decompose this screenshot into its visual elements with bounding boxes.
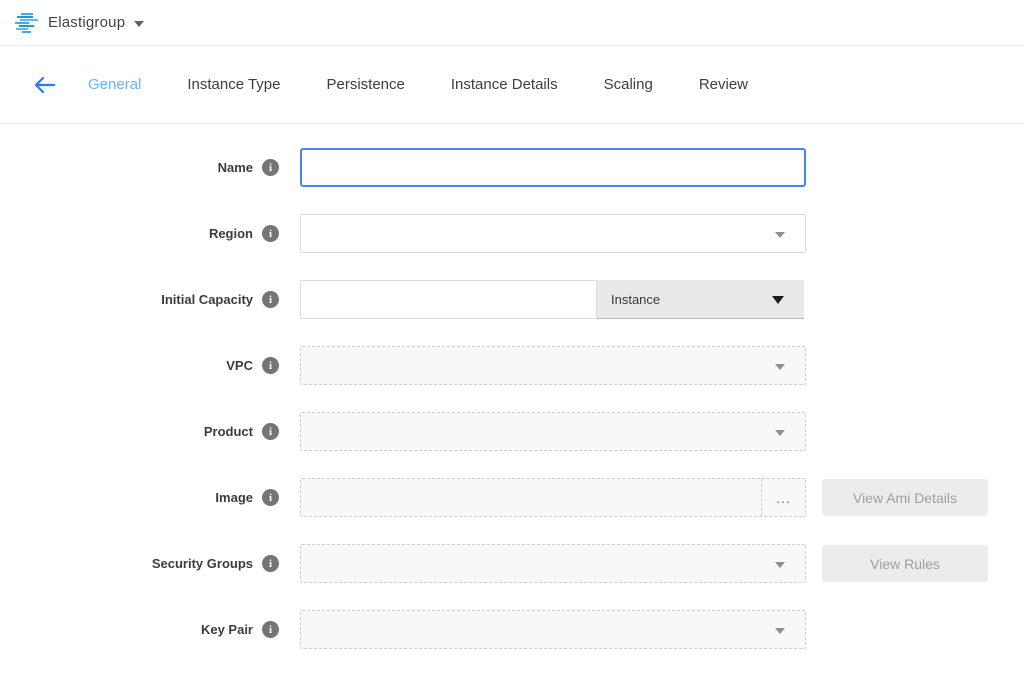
tab-persistence[interactable]: Persistence xyxy=(327,76,405,93)
top-bar: Elastigroup xyxy=(0,0,1024,46)
key-pair-select xyxy=(300,610,806,649)
security-groups-caret-icon xyxy=(775,562,785,568)
region-caret-icon xyxy=(775,232,785,238)
image-input-group: ... xyxy=(300,478,806,517)
vpc-label: VPC xyxy=(226,358,253,373)
image-browse-button[interactable]: ... xyxy=(761,479,805,516)
key-pair-row: Key Pair i xyxy=(0,610,1024,649)
security-groups-select xyxy=(300,544,806,583)
image-info-icon[interactable]: i xyxy=(262,489,279,506)
vpc-select xyxy=(300,346,806,385)
tab-general[interactable]: General xyxy=(88,76,141,93)
image-value xyxy=(301,479,761,516)
app-switcher-label[interactable]: Elastigroup xyxy=(48,14,125,31)
name-input-wrapper xyxy=(300,148,806,187)
initial-capacity-row: Initial Capacity i Instance xyxy=(0,280,1024,319)
initial-capacity-input[interactable] xyxy=(300,280,597,319)
key-pair-label: Key Pair xyxy=(201,622,253,637)
name-info-icon[interactable]: i xyxy=(262,159,279,176)
tab-review[interactable]: Review xyxy=(699,76,748,93)
initial-capacity-label: Initial Capacity xyxy=(161,292,253,307)
app-switcher-caret-icon[interactable] xyxy=(134,21,144,27)
product-row: Product i xyxy=(0,412,1024,451)
initial-capacity-group: Instance xyxy=(300,280,804,319)
security-groups-info-icon[interactable]: i xyxy=(262,555,279,572)
capacity-unit-select[interactable]: Instance xyxy=(597,280,804,319)
product-info-icon[interactable]: i xyxy=(262,423,279,440)
vpc-row: VPC i xyxy=(0,346,1024,385)
general-settings-form: Name i Region i Initial Capacity i Insta… xyxy=(0,124,1024,649)
product-caret-icon xyxy=(775,430,785,436)
security-groups-label: Security Groups xyxy=(152,556,253,571)
vpc-info-icon[interactable]: i xyxy=(262,357,279,374)
region-info-icon[interactable]: i xyxy=(262,225,279,242)
name-input[interactable] xyxy=(302,150,804,185)
image-row: Image i ... View Ami Details xyxy=(0,478,1024,517)
capacity-unit-caret-icon xyxy=(772,296,784,304)
back-arrow-icon xyxy=(33,76,55,94)
name-label: Name xyxy=(218,160,253,175)
region-label: Region xyxy=(209,226,253,241)
view-ami-details-button[interactable]: View Ami Details xyxy=(822,479,988,516)
product-select xyxy=(300,412,806,451)
image-label: Image xyxy=(215,490,253,505)
view-rules-button[interactable]: View Rules xyxy=(822,545,988,582)
vpc-caret-icon xyxy=(775,364,785,370)
elastigroup-logo-icon xyxy=(14,12,40,34)
tab-instance-details[interactable]: Instance Details xyxy=(451,76,558,93)
key-pair-caret-icon xyxy=(775,628,785,634)
back-button[interactable] xyxy=(0,76,88,94)
security-groups-row: Security Groups i View Rules xyxy=(0,544,1024,583)
initial-capacity-info-icon[interactable]: i xyxy=(262,291,279,308)
wizard-tab-bar: General Instance Type Persistence Instan… xyxy=(0,46,1024,124)
region-select[interactable] xyxy=(300,214,806,253)
key-pair-info-icon[interactable]: i xyxy=(262,621,279,638)
region-row: Region i xyxy=(0,214,1024,253)
product-label: Product xyxy=(204,424,253,439)
capacity-unit-value: Instance xyxy=(611,292,660,307)
name-row: Name i xyxy=(0,148,1024,187)
tab-instance-type[interactable]: Instance Type xyxy=(187,76,280,93)
tab-scaling[interactable]: Scaling xyxy=(604,76,653,93)
